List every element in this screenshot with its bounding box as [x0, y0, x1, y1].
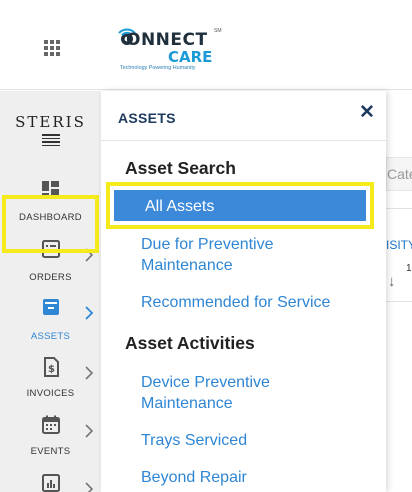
logo-connect-text: ONNECT: [126, 30, 208, 50]
menu-item-recommended-for-service[interactable]: Recommended for Service: [141, 292, 330, 313]
invoices-icon: $: [44, 357, 59, 377]
app-grid-icon[interactable]: [44, 40, 60, 56]
sidebar-item-assets[interactable]: ASSETS: [0, 297, 101, 355]
sidebar-item-label: EVENTS: [30, 446, 71, 457]
steris-mark-icon: [42, 134, 60, 150]
steris-logo: STERIS: [15, 113, 86, 131]
sort-value-partial: 1: [406, 263, 412, 274]
panel-title: ASSETS: [118, 110, 176, 126]
search-category-input-partial[interactable]: Cate: [386, 157, 412, 191]
menu-item-all-assets[interactable]: All Assets: [114, 190, 366, 221]
column-header-partial[interactable]: ISITY: [386, 238, 412, 252]
logo-sm-mark: SM: [214, 28, 222, 34]
menu-item-device-preventive-maintenance[interactable]: Device Preventive Maintenance: [141, 372, 341, 414]
chevron-right-icon[interactable]: [83, 305, 95, 321]
section-heading-asset-activities: Asset Activities: [125, 333, 255, 353]
chevron-right-icon[interactable]: [83, 365, 95, 381]
section-heading-asset-search: Asset Search: [125, 158, 236, 178]
divider: [386, 301, 412, 302]
sidebar-item-reports[interactable]: [0, 473, 101, 492]
sidebar-item-invoices[interactable]: $ INVOICES: [0, 357, 101, 415]
logo-care-text: CARE: [168, 48, 213, 66]
divider: [386, 208, 412, 209]
background-content: Cate ISITY 1 ↓: [386, 91, 412, 492]
menu-item-due-for-preventive-maintenance[interactable]: Due for Preventive Maintenance: [141, 234, 351, 276]
all-assets-highlight-box: All Assets: [106, 182, 374, 229]
logo-tagline: Technology Powering Humanity: [120, 65, 196, 71]
sidebar: STERIS DASHBOARD ORDERS ASSETS $ INVOICE…: [0, 91, 101, 492]
sidebar-item-label: ASSETS: [30, 331, 71, 342]
top-bar: ONNECT SM CARE Technology Powering Human…: [0, 0, 412, 90]
assets-icon: [43, 299, 59, 315]
chevron-right-icon[interactable]: [83, 423, 95, 439]
svg-text:$: $: [48, 364, 55, 375]
assets-highlight-box: [2, 195, 99, 253]
sidebar-item-label: ORDERS: [29, 272, 72, 283]
sort-arrow-icon[interactable]: ↓: [388, 273, 396, 290]
menu-item-label: All Assets: [145, 198, 215, 215]
assets-flyout-panel: ASSETS ✕ Asset Search All Assets Due for…: [101, 91, 386, 492]
sidebar-item-events[interactable]: EVENTS: [0, 415, 101, 473]
search-category-partial-text: Cate: [387, 166, 412, 182]
chevron-right-icon[interactable]: [83, 481, 95, 492]
reports-icon: [42, 474, 60, 492]
sidebar-item-label: INVOICES: [26, 388, 75, 399]
divider: [101, 140, 386, 141]
events-icon: [42, 415, 60, 434]
menu-item-beyond-repair[interactable]: Beyond Repair: [141, 467, 247, 488]
connectcare-logo[interactable]: ONNECT SM CARE Technology Powering Human…: [110, 20, 230, 75]
close-icon[interactable]: ✕: [359, 101, 375, 124]
menu-item-trays-serviced[interactable]: Trays Serviced: [141, 430, 247, 451]
